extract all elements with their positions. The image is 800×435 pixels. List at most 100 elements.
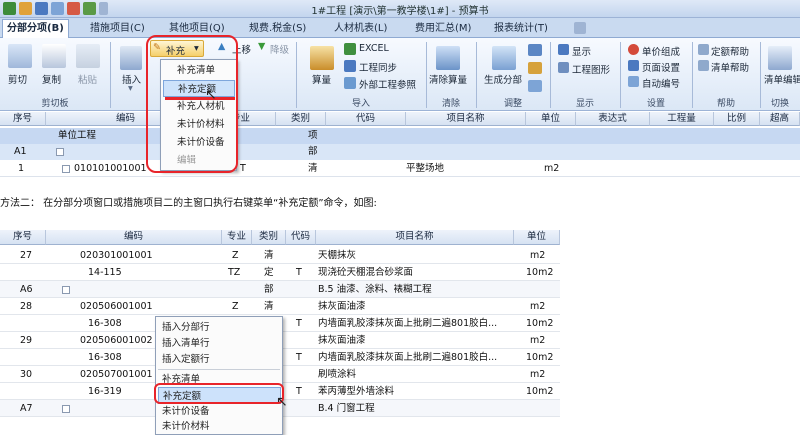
measure-button[interactable]: 算量 (312, 72, 331, 86)
menu-item-unpriced-material[interactable]: 未计价材料 (158, 418, 281, 435)
external-ref-button[interactable]: 外部工程参照 (359, 77, 416, 91)
cell-name: 平整场地 (406, 163, 445, 174)
page-setup-icon (628, 60, 639, 71)
tab-reports[interactable]: 报表统计(T) (490, 20, 552, 38)
cell-name: 抹灰面油漆 (318, 301, 366, 312)
column-header[interactable]: 表达式 (576, 112, 650, 126)
list-edit-button[interactable]: 清单编辑 (764, 72, 800, 86)
cell-spec: Z (232, 301, 239, 312)
table-row[interactable]: A6 部 B.5 油漆、涂料、裱糊工程 (0, 281, 560, 298)
table-row[interactable]: 1 010101001001 T 清 平整场地 m2 (0, 160, 800, 177)
column-header[interactable]: 序号 (0, 112, 46, 126)
auto-number-button[interactable]: 自动编号 (642, 76, 680, 90)
tab-fees-tax[interactable]: 规费.税金(S) (245, 20, 310, 38)
display-button[interactable]: 显示 (572, 44, 591, 58)
paste-button[interactable]: 粘贴 (78, 72, 97, 86)
tree-toggle-icon[interactable] (62, 286, 70, 294)
column-header[interactable]: 单位 (526, 112, 576, 126)
quota-help-icon (698, 44, 709, 55)
clear-measure-icon[interactable] (436, 46, 460, 70)
page-setup-button[interactable]: 页面设置 (642, 60, 680, 74)
column-header[interactable]: 工程量 (650, 112, 714, 126)
tab-measures[interactable]: 措施项目(C) (86, 20, 149, 38)
cell-unit: 10m2 (526, 352, 554, 363)
generate-division-button[interactable]: 生成分部 (484, 72, 522, 86)
external-ref-icon (344, 77, 356, 89)
project-graph-button[interactable]: 工程图形 (572, 62, 610, 76)
column-header[interactable]: 类别 (252, 230, 286, 245)
generate-division-icon[interactable] (492, 46, 516, 70)
cell-type: 清 (264, 250, 274, 261)
instruction-text: 方法二： 在分部分项窗口或措施项目二的主窗口执行右键菜单“补充定额”命令，如图: (0, 198, 377, 209)
annotation-highlight-box (146, 35, 238, 173)
insert-dropdown-icon[interactable]: ▾ (128, 83, 133, 94)
tree-toggle-icon[interactable] (62, 165, 70, 173)
cell-seq: A7 (20, 403, 33, 414)
auto-number-icon (628, 76, 639, 87)
tree-toggle-icon[interactable] (62, 405, 70, 413)
column-header[interactable]: 单位 (514, 230, 560, 245)
annotation-highlight-box (154, 383, 284, 404)
column-header[interactable]: 序号 (0, 230, 46, 245)
cell-code: 14-115 (88, 267, 122, 278)
tab-materials[interactable]: 人材机表(L) (330, 20, 391, 38)
cut-button[interactable]: 剪切 (8, 72, 27, 86)
excel-button[interactable]: EXCEL (359, 43, 389, 54)
adjust-icon-2[interactable] (528, 62, 542, 74)
list-help-button[interactable]: 清单帮助 (711, 60, 749, 74)
column-header[interactable]: 项目名称 (316, 230, 514, 245)
switch-group-label: 切换 (770, 99, 789, 109)
cell-unit: m2 (530, 250, 546, 261)
clipboard-group-label: 剪切板 (41, 99, 69, 109)
table-row[interactable]: 28 020506001001 Z 清 抹灰面油漆 m2 (0, 298, 560, 315)
tab-division[interactable]: 分部分项(B) (2, 19, 69, 39)
ribbon-options-icon[interactable] (574, 22, 586, 34)
column-header[interactable]: 代码 (286, 230, 316, 245)
project-sync-button[interactable]: 工程同步 (359, 60, 397, 74)
measure-icon[interactable] (310, 46, 334, 70)
demote-button[interactable]: 降级 (270, 42, 289, 56)
cell-unit: m2 (530, 369, 546, 380)
adjust-icon-1[interactable] (528, 44, 542, 56)
cell-code: 16-308 (88, 352, 122, 363)
adjust-icon-3[interactable] (528, 80, 542, 92)
column-header[interactable]: 编码 (46, 230, 222, 245)
cut-icon[interactable] (8, 44, 32, 68)
table-row[interactable]: 27 020301001001 Z 清 天棚抹灰 m2 (0, 247, 560, 264)
column-header[interactable]: 代码 (326, 112, 406, 126)
adjust-group-label: 调整 (503, 99, 522, 109)
list-edit-icon[interactable] (768, 46, 792, 70)
insert-icon[interactable] (120, 46, 142, 70)
mouse-cursor-icon: ↖ (276, 394, 288, 410)
column-header[interactable]: 超高 (760, 112, 800, 126)
tab-cost-summary[interactable]: 费用汇总(M) (411, 20, 475, 38)
menu-separator (158, 369, 280, 370)
tree-toggle-icon[interactable] (56, 148, 64, 156)
column-header[interactable]: 比例 (714, 112, 760, 126)
paste-icon[interactable] (76, 44, 100, 68)
copy-button[interactable]: 复制 (42, 72, 61, 86)
copy-icon[interactable] (42, 44, 66, 68)
table-row[interactable]: A1 部 (0, 144, 800, 160)
demote-icon[interactable]: ▼ (258, 41, 265, 52)
table-row[interactable]: 14-115 TZ 定 T 现浇砼天棚混合砂浆面 10m2 (0, 264, 560, 281)
quota-compose-button[interactable]: 单价组成 (642, 44, 680, 58)
column-header[interactable]: 项目名称 (406, 112, 526, 126)
cell-name: B.5 油漆、涂料、裱糊工程 (318, 284, 432, 295)
column-header[interactable]: 类别 (276, 112, 326, 126)
menu-item-insert-list[interactable]: 插入清单行 (158, 335, 281, 352)
column-header[interactable]: 专业 (222, 230, 252, 245)
window-title: 1#工程 [演示\第一教学楼\1#] - 预算书 (311, 6, 489, 17)
cell-code: 020507001001 (80, 369, 153, 380)
cell-unit: 10m2 (526, 386, 554, 397)
cell-code: 010101001001 (74, 163, 147, 174)
quota-help-button[interactable]: 定额帮助 (711, 44, 749, 58)
cell-code: 020506001001 (80, 301, 153, 312)
menu-item-insert-quota[interactable]: 插入定额行 (158, 351, 281, 368)
table-row[interactable]: 单位工程 项 (0, 128, 800, 144)
menu-item-insert-division[interactable]: 插入分部行 (158, 319, 281, 336)
clear-measure-button[interactable]: 清除算量 (429, 72, 467, 86)
list-help-icon (698, 60, 709, 71)
cell-type: 部 (264, 284, 274, 295)
cell-name: B.4 门窗工程 (318, 403, 375, 414)
